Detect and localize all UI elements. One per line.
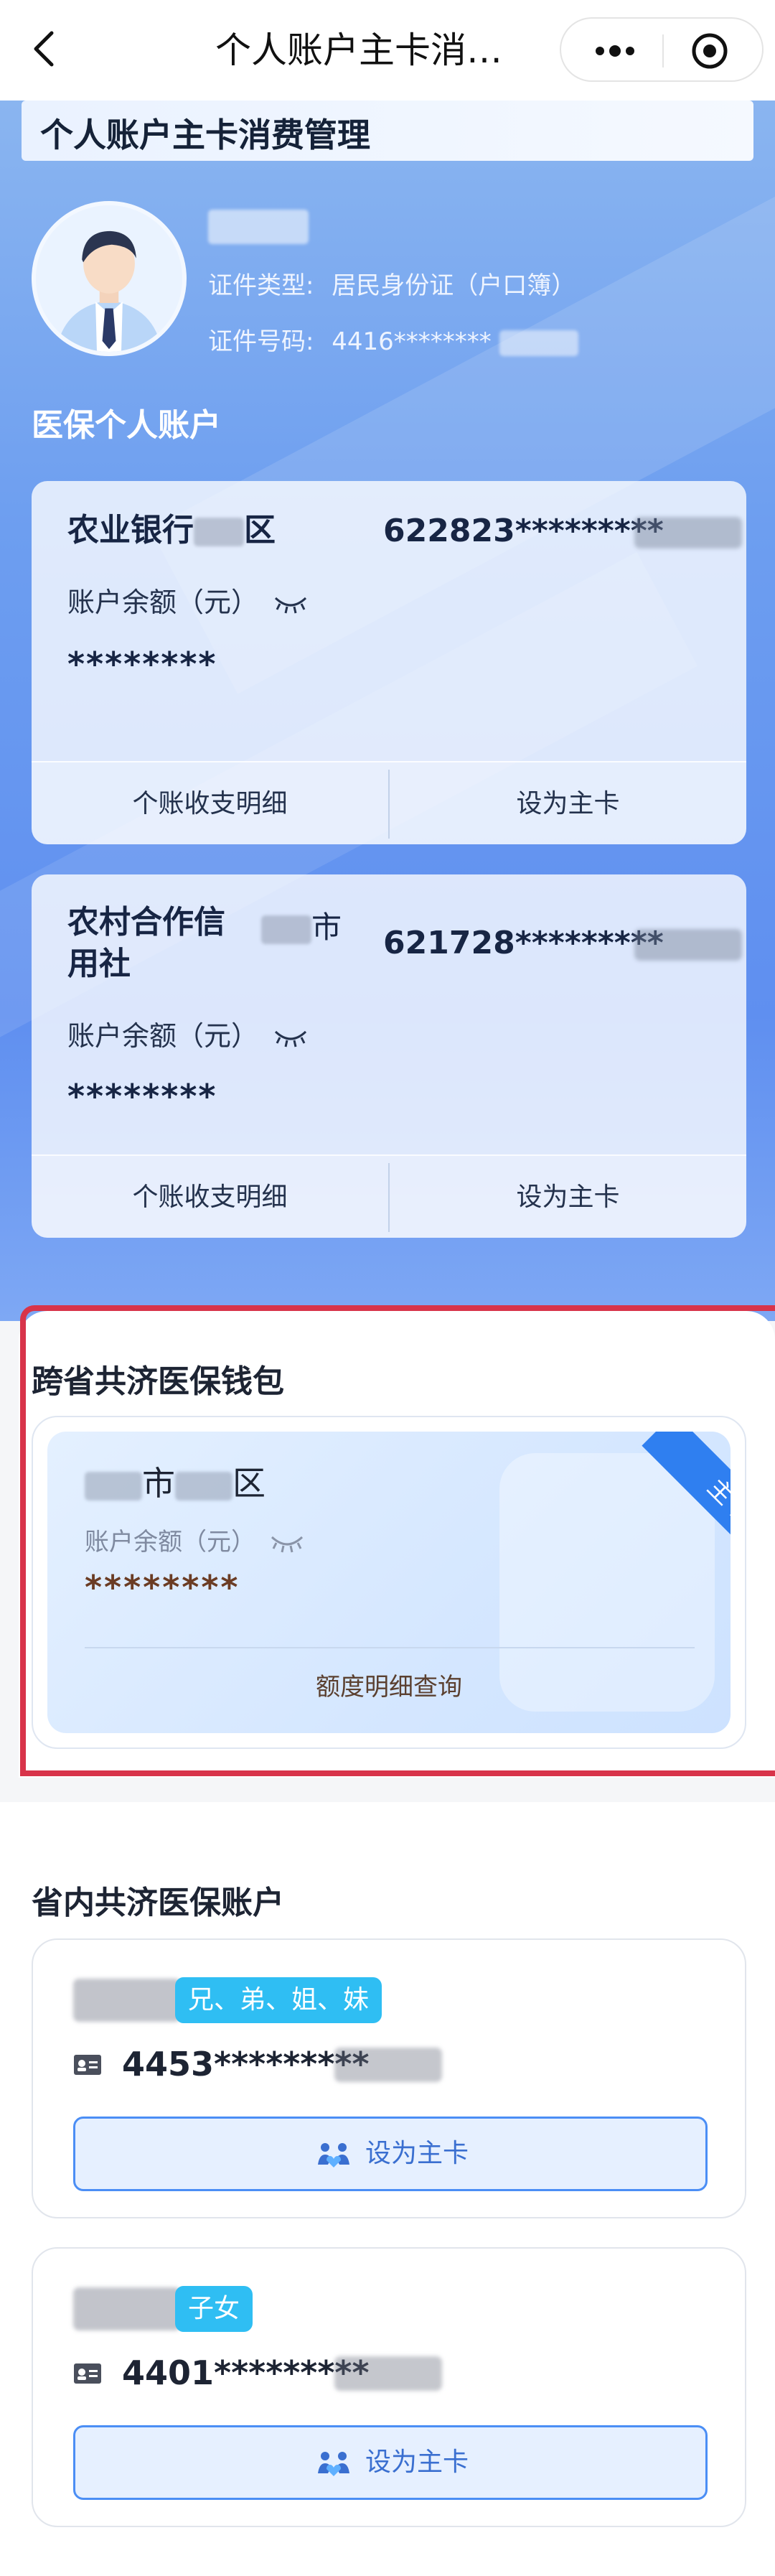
bank-name-line1: 农村合作信 — [67, 904, 225, 941]
eye-closed-icon[interactable] — [273, 594, 309, 615]
highlight-box — [20, 1305, 775, 1776]
account-detail-button[interactable]: 个账收支明细 — [32, 762, 388, 844]
set-main-card-button[interactable]: 设为主卡 — [390, 762, 746, 844]
id-card-icon — [74, 2055, 101, 2075]
set-main-card-inner: 设为主卡 — [75, 2119, 710, 2189]
avatar — [32, 201, 187, 356]
id-type-row: 证件类型: 居民身份证（户口簿） — [208, 266, 576, 301]
id-type-label: 证件类型: — [208, 271, 314, 300]
nav-title: 个人账户主卡消… — [215, 29, 502, 71]
member-name-redacted — [73, 2287, 181, 2330]
relation-tag: 子女 — [175, 2286, 253, 2332]
member-name-redacted — [73, 1979, 181, 2022]
capsule-divider — [662, 34, 664, 67]
balance-label: 账户余额（元） — [67, 587, 259, 618]
id-number-label: 证件号码: — [208, 327, 314, 356]
close-miniprogram-icon[interactable] — [690, 32, 729, 70]
bank-name: 农业银行 区 — [67, 510, 276, 551]
family-icon — [317, 2452, 349, 2476]
user-avatar-icon — [36, 205, 182, 352]
id-number-row: 证件号码: 4416******** — [208, 322, 578, 357]
account-number: 622823********* — [383, 513, 664, 549]
balance-label-row: 账户余额（元） — [67, 580, 309, 620]
relation-tag: 兄、弟、姐、妹 — [175, 1977, 382, 2023]
bank-name-text: 农业银行 — [67, 512, 194, 549]
branch-redacted — [261, 915, 311, 944]
bank-name: 农村合作信 用社 — [67, 902, 225, 985]
set-main-card-button[interactable]: 设为主卡 — [73, 2117, 708, 2191]
balance-label: 账户余额（元） — [67, 1020, 259, 1052]
bank-card-rural: 农村合作信 用社 市 621728********* 账户余额（元） *****… — [32, 874, 746, 1238]
eye-closed-icon[interactable] — [273, 1027, 309, 1049]
balance-hidden: ******** — [67, 1077, 217, 1116]
provincial-section-title: 省内共济医保账户 — [32, 1885, 284, 1921]
family-account-card: 兄、弟、姐、妹 4453********* 设为主卡 — [32, 1938, 746, 2218]
nav-bar: 个人账户主卡消… — [0, 0, 775, 101]
account-redacted — [634, 517, 742, 549]
set-main-card-label: 设为主卡 — [365, 2447, 469, 2477]
account-detail-button[interactable]: 个账收支明细 — [32, 1156, 388, 1238]
more-options-icon[interactable] — [590, 33, 640, 69]
balance-hidden: ******** — [67, 645, 217, 683]
family-account-card: 子女 4401********* 设为主卡 — [32, 2247, 746, 2527]
account-number: 621728********* — [383, 925, 664, 961]
balance-label-row: 账户余额（元） — [67, 1014, 309, 1053]
member-id-number: 4453********* — [122, 2045, 370, 2083]
set-main-card-inner: 设为主卡 — [75, 2427, 710, 2498]
id-type-value: 居民身份证（户口簿） — [332, 271, 576, 300]
card-actions: 个账收支明细 设为主卡 — [32, 761, 746, 844]
member-id-number: 4401********* — [122, 2353, 370, 2392]
bank-card-agri: 农业银行 区 622823********* 账户余额（元） ******** 个… — [32, 481, 746, 844]
user-name-redacted — [208, 210, 309, 244]
set-main-card-button[interactable]: 设为主卡 — [73, 2425, 708, 2500]
account-redacted — [634, 929, 742, 961]
id-number-value: 4416******** — [332, 327, 492, 356]
bank-branch: 市 — [261, 903, 342, 947]
id-number-redacted — [499, 330, 578, 356]
page-banner: 个人账户主卡消费管理 — [22, 101, 753, 161]
back-arrow-icon[interactable] — [24, 27, 67, 70]
set-main-card-label: 设为主卡 — [365, 2139, 469, 2168]
page-title: 个人账户主卡消费管理 — [40, 116, 370, 154]
family-icon — [317, 2143, 349, 2167]
personal-account-title: 医保个人账户 — [32, 407, 221, 444]
card-actions: 个账收支明细 设为主卡 — [32, 1154, 746, 1238]
bank-branch-suffix: 区 — [244, 512, 276, 549]
bank-name-line2: 用社 — [67, 946, 131, 982]
set-main-card-button[interactable]: 设为主卡 — [390, 1156, 746, 1238]
mini-program-capsule — [560, 17, 764, 82]
id-redacted — [334, 2356, 442, 2391]
bank-branch-suffix: 市 — [311, 910, 342, 945]
branch-redacted — [194, 518, 244, 546]
id-redacted — [334, 2048, 442, 2082]
id-card-icon — [74, 2363, 101, 2384]
